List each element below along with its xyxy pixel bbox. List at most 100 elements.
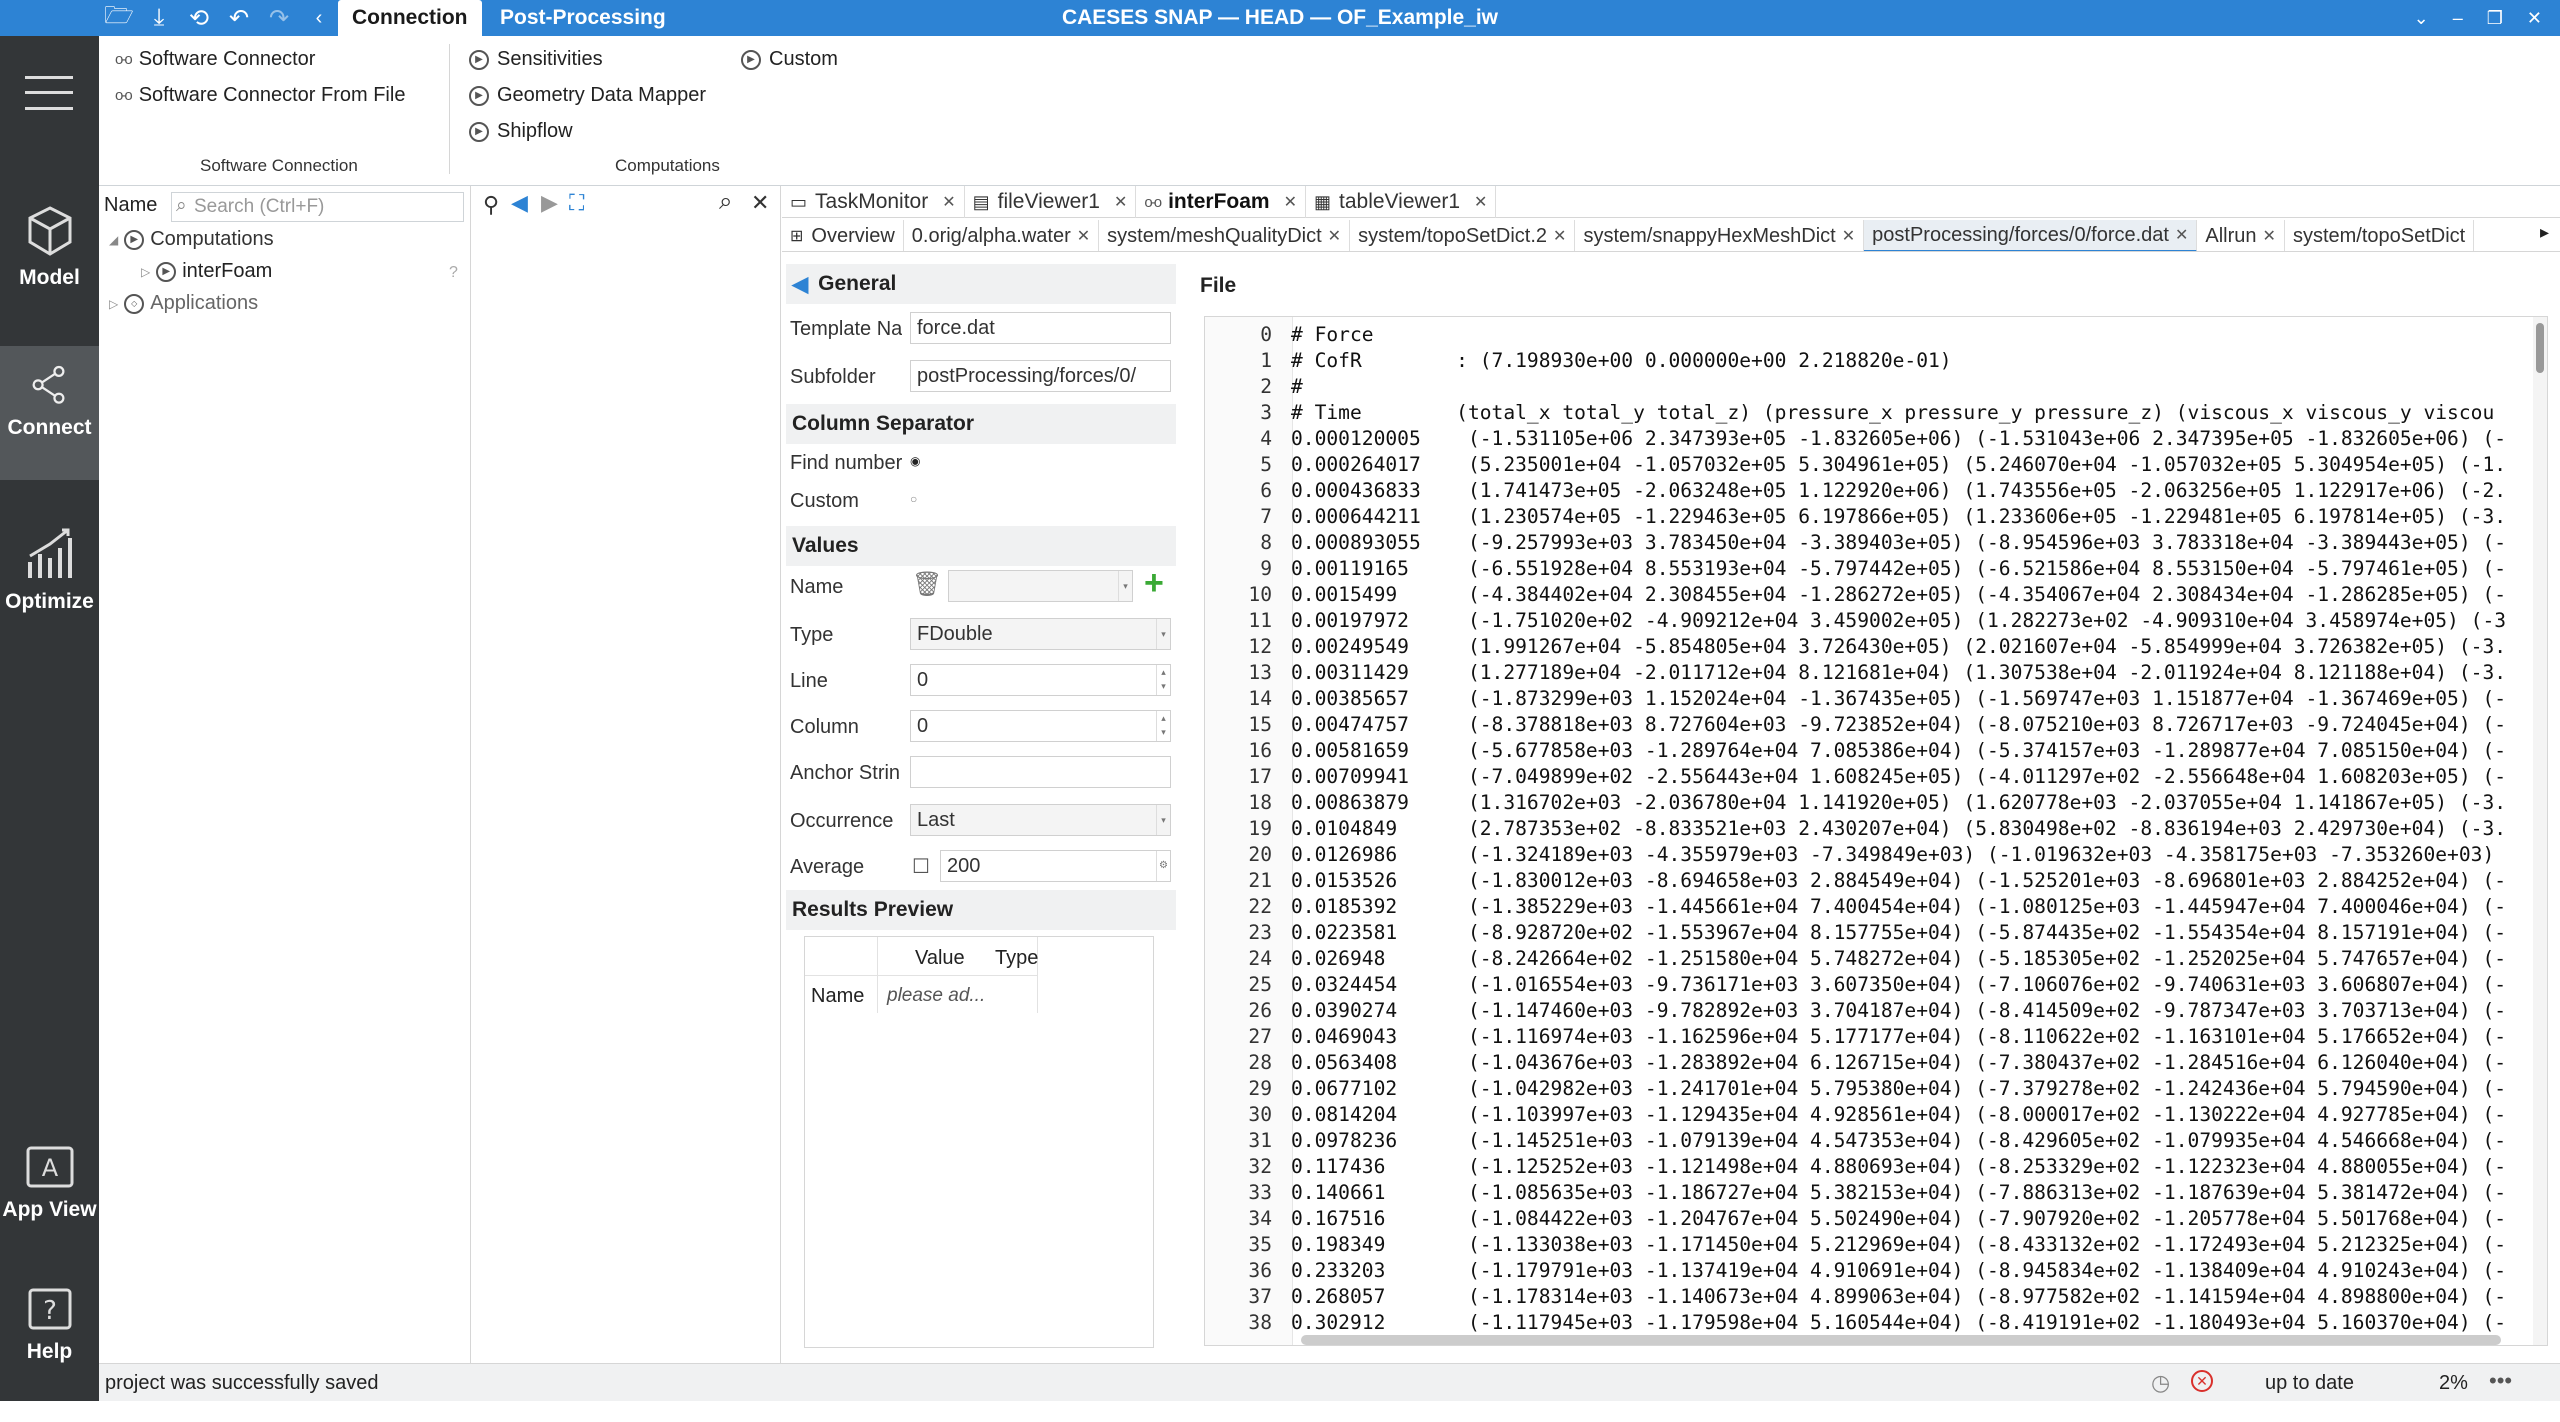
close-icon[interactable]: ✕	[1284, 192, 1297, 212]
gear-icon[interactable]: ⚙	[1156, 851, 1170, 881]
file-content[interactable]: 0 1 2 3 4 5 6 7 8 9 10 11 12 13 14 15 16 17 18 19 20 21 22 23 24…	[1204, 316, 2548, 1346]
file-settings-form: ◀ General Template Na force.dat Subfolder…	[782, 260, 1177, 1360]
occurrence-select[interactable]: Last ▾	[910, 804, 1171, 836]
close-icon[interactable]: ✕	[1842, 226, 1855, 246]
tab-meshqualitydict[interactable]: system/meshQualityDict ✕	[1099, 220, 1351, 251]
tree-item-computations[interactable]: ◢ ▶ Computations	[109, 228, 274, 251]
close-icon[interactable]: ✕	[2527, 8, 2542, 29]
tab-force-dat[interactable]: postProcessing/forces/0/force.dat ✕	[1864, 220, 2198, 251]
sidebar-item-app-view[interactable]: A App View	[0, 1146, 99, 1280]
forward-icon[interactable]: ▶	[541, 190, 558, 216]
custom-radio[interactable]: ○	[910, 492, 917, 506]
stepper-icon[interactable]: ▴ ▾	[1156, 665, 1170, 695]
preview-cell[interactable]: please ad...	[887, 985, 985, 1007]
template-name-field[interactable]: force.dat	[910, 312, 1171, 344]
tab-alpha-water[interactable]: 0.orig/alpha.water ✕	[904, 220, 1100, 251]
collapse-icon[interactable]: ◀	[792, 272, 808, 297]
search-icon[interactable]: ⌕	[719, 188, 732, 216]
line-number: 8	[1260, 531, 1272, 554]
value-name-select[interactable]: ▾	[948, 570, 1133, 602]
close-icon[interactable]: ✕	[1553, 226, 1566, 246]
tab-label: system/meshQualityDict	[1107, 224, 1322, 247]
window-title: CAESES SNAP — HEAD — OF_Example_iw	[1061, 6, 1499, 29]
sidebar-item-help[interactable]: ? Help	[0, 1288, 99, 1422]
stepper-icon[interactable]: ▴ ▾	[1156, 711, 1170, 741]
chevron-down-icon[interactable]: ⌄	[2414, 8, 2429, 29]
scroll-tabs-icon[interactable]: ▸	[2540, 222, 2549, 243]
chevron-down-icon[interactable]: ▾	[1118, 571, 1132, 601]
tab-overview[interactable]: ⊞ Overview	[782, 220, 904, 251]
scrollbar-thumb[interactable]	[2536, 323, 2544, 373]
average-field[interactable]: 200 ⚙	[940, 850, 1171, 882]
close-icon[interactable]: ✕	[2175, 225, 2188, 245]
tree-item-applications[interactable]: ▷ ◇ Applications	[109, 292, 258, 315]
search-input[interactable]: Search (Ctrl+F)	[171, 192, 464, 222]
geometry-mapper-button[interactable]: ▶ Geometry Data Mapper	[469, 84, 706, 107]
occurrence-value: Last	[917, 809, 955, 831]
tab-interfoam[interactable]: o-o interFoam ✕	[1136, 186, 1306, 218]
subfolder-field[interactable]: postProcessing/forces/0/	[910, 360, 1171, 392]
custom-button[interactable]: ▶ Custom	[741, 48, 838, 71]
software-connector-file-button[interactable]: o-o Software Connector From File	[115, 84, 405, 107]
plug-icon: o-o	[1144, 193, 1162, 211]
add-icon[interactable]: +	[1144, 564, 1164, 603]
section-general[interactable]: ◀ General	[786, 264, 1176, 304]
shipflow-button[interactable]: ▶ Shipflow	[469, 120, 573, 143]
software-connector-button[interactable]: o-o Software Connector	[115, 48, 315, 71]
tab-allrun[interactable]: Allrun ✕	[2197, 220, 2285, 251]
section-title: General	[818, 272, 897, 295]
close-icon[interactable]: ✕	[2263, 226, 2276, 246]
template-label: Template Na	[790, 318, 902, 340]
line-number: 1	[1260, 349, 1272, 372]
tree-item-label: Applications	[150, 292, 259, 314]
average-checkbox[interactable]: ☐	[912, 854, 930, 879]
minimize-icon[interactable]: –	[2453, 8, 2463, 29]
chevron-down-icon[interactable]: ◢	[109, 233, 118, 247]
sidebar-item-connect[interactable]: Connect	[0, 346, 99, 480]
svg-text:A: A	[41, 1154, 58, 1182]
chevron-right-icon[interactable]: ▷	[109, 297, 118, 311]
fit-view-icon[interactable]: ⛶	[569, 190, 584, 216]
tab-snappyhexmeshdict[interactable]: system/snappyHexMeshDict ✕	[1575, 220, 1865, 251]
app-sidebar: Model Connect Optimize A App View ? Help	[0, 36, 99, 1401]
close-icon[interactable]: ✕	[1114, 192, 1127, 212]
code-line: 0.000436833 (1.741473e+05 -2.063248e+05 …	[1291, 479, 2507, 502]
anchor-string-field[interactable]	[910, 756, 1171, 788]
tree-item-interfoam[interactable]: ▷ ▶ interFoam	[141, 260, 272, 283]
close-icon[interactable]: ✕	[1474, 192, 1487, 212]
back-icon[interactable]: ◀	[511, 190, 528, 216]
line-field[interactable]: 0 ▴ ▾	[910, 664, 1171, 696]
close-icon[interactable]: ✕	[1077, 226, 1090, 246]
close-icon[interactable]: ✕	[942, 192, 955, 212]
restore-icon[interactable]: ❐	[2487, 8, 2503, 29]
pin-icon[interactable]: ⚲	[483, 192, 499, 218]
chevron-down-icon[interactable]: ▾	[1156, 619, 1170, 649]
tab-tableviewer1[interactable]: ▦ tableViewer1 ✕	[1306, 186, 1497, 218]
tab-taskmonitor[interactable]: ▭ TaskMonitor ✕	[782, 186, 965, 218]
tab-fileviewer1[interactable]: ▤ fileViewer1 ✕	[965, 186, 1137, 218]
sensitivities-button[interactable]: ▶ Sensitivities	[469, 48, 603, 71]
sidebar-item-model[interactable]: Model	[0, 204, 99, 338]
trash-icon[interactable]: 🗑	[912, 570, 942, 599]
chevron-right-icon[interactable]: ▷	[141, 265, 150, 279]
history-icon[interactable]: ◷	[2151, 1370, 2170, 1396]
type-select[interactable]: FDouble ▾	[910, 618, 1171, 650]
more-icon[interactable]: •••	[2489, 1368, 2512, 1394]
tab-toposetdict-2[interactable]: system/topoSetDict.2 ✕	[1350, 220, 1576, 251]
vertical-scrollbar[interactable]	[2533, 317, 2547, 1345]
sidebar-item-optimize[interactable]: Optimize	[0, 526, 99, 660]
line-number: 35	[1248, 1233, 1272, 1256]
file-panel-title: File	[1200, 274, 1237, 297]
close-icon[interactable]: ✕	[751, 190, 769, 216]
menu-icon[interactable]	[25, 76, 73, 110]
horizontal-scrollbar[interactable]	[1301, 1335, 2501, 1345]
close-icon[interactable]: ✕	[1328, 226, 1341, 246]
bar-chart-icon	[27, 528, 72, 578]
tab-toposetdict[interactable]: system/topoSetDict	[2285, 220, 2475, 251]
column-field[interactable]: 0 ▴ ▾	[910, 710, 1171, 742]
chevron-down-icon[interactable]: ▾	[1156, 805, 1170, 835]
tab-label: TaskMonitor	[815, 190, 929, 213]
error-icon[interactable]: ✕	[2191, 1370, 2213, 1392]
line-number: 19	[1248, 817, 1272, 840]
find-number-radio[interactable]: ◉	[910, 454, 920, 468]
